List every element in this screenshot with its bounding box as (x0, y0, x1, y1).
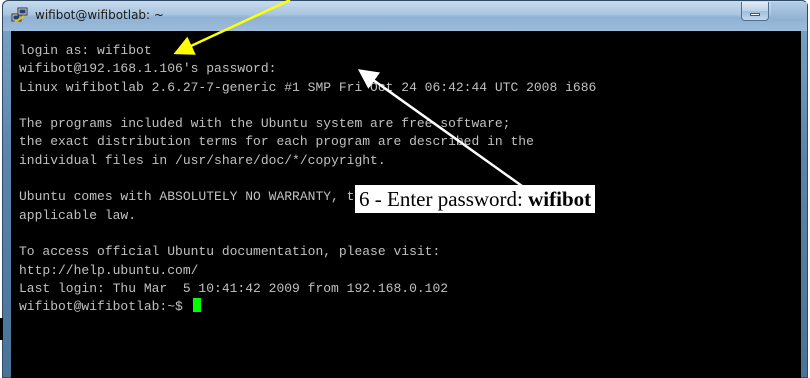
terminal-output: login as: wifibot wifibot@192.168.1.106'… (19, 42, 596, 316)
minimize-button[interactable] (741, 2, 769, 21)
terminal-line: Linux wifibotlab 2.6.27-7-generic #1 SMP… (19, 79, 597, 95)
terminal-line: Last login: Thu Mar 5 10:41:42 2009 from… (19, 280, 449, 296)
putty-icon[interactable] (11, 7, 29, 24)
screenshot-page: wifibot@wifibotlab: ~ login as: wifibot … (0, 0, 810, 378)
window-controls-edge[interactable] (771, 2, 807, 21)
password-instruction-label: 6 - Enter password: wifibot (355, 185, 596, 213)
terminal-line: The programs included with the Ubuntu sy… (19, 116, 511, 132)
terminal-line: the exact distribution terms for each pr… (19, 134, 534, 150)
edge-marker (0, 318, 3, 340)
cursor-block (192, 298, 201, 313)
terminal-line: To access official Ubuntu documentation,… (19, 244, 441, 260)
prompt-line[interactable]: wifibot@wifibotlab:~$ (19, 298, 596, 316)
window-title: wifibot@wifibotlab: ~ (35, 8, 164, 22)
minimize-icon (750, 13, 760, 16)
shell-prompt: wifibot@wifibotlab:~$ (19, 299, 191, 315)
terminal-line: wifibot@192.168.1.106's password: (19, 61, 277, 77)
terminal-line: login as: wifibot (19, 43, 152, 58)
terminal-line: individual files in /usr/share/doc/*/cop… (19, 152, 386, 168)
title-bar[interactable]: wifibot@wifibotlab: ~ (3, 1, 807, 31)
instruction-text: 6 - Enter password: (359, 187, 529, 211)
terminal-line: http://help.ubuntu.com/ (19, 262, 199, 278)
password-value: wifibot (528, 187, 592, 211)
